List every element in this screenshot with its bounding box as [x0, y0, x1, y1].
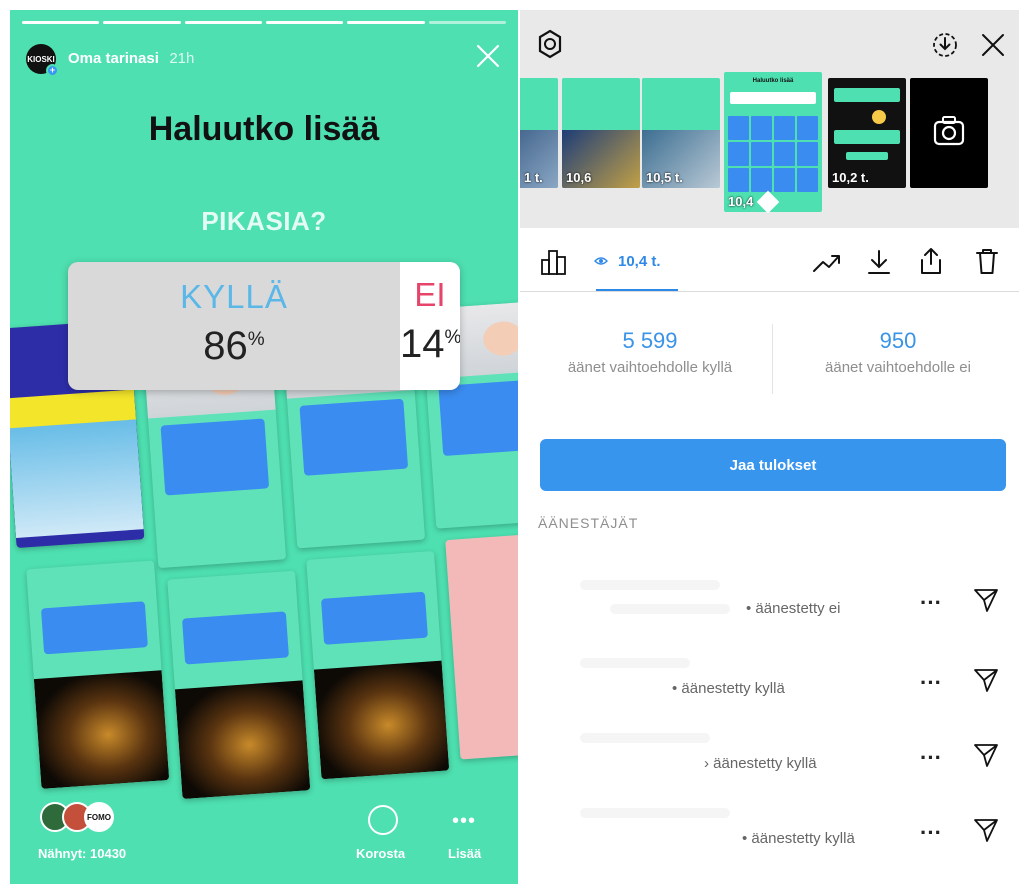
story-header: KIOSKI + Oma tarinasi 21h: [26, 44, 195, 77]
highlight-icon[interactable]: [368, 805, 398, 835]
download-icon[interactable]: [866, 248, 892, 276]
save-story-icon[interactable]: [930, 30, 960, 60]
no-votes-count: 950: [879, 328, 917, 353]
story-question-title: Haluutko lisää: [148, 110, 380, 148]
insights-toolbar: 10,4 t.: [520, 228, 1019, 292]
voter-row[interactable]: › äänestetty kyllä ···: [520, 725, 1019, 795]
close-icon[interactable]: [978, 30, 1008, 60]
story-thumbnail[interactable]: 10,5 t.: [642, 78, 720, 188]
trending-icon[interactable]: [812, 250, 842, 276]
collage-tile: [445, 531, 518, 760]
send-icon[interactable]: [972, 741, 1000, 769]
insights-panel: 1 t. 10,6 10,5 t. Haluutko lisää 10,4 10…: [520, 10, 1019, 884]
share-results-button[interactable]: Jaa tulokset: [540, 439, 1006, 491]
collage-tile: [167, 570, 311, 800]
yes-votes-stat: 5 599 äänet vaihtoehdolle kyllä: [540, 328, 760, 377]
more-icon[interactable]: •••: [452, 810, 476, 833]
yes-votes-count: 5 599: [622, 328, 678, 353]
voter-row[interactable]: • äänestetty kyllä ···: [520, 800, 1019, 870]
poll-no-percent: 14%: [400, 322, 460, 366]
poll-yes-percent: 86%: [203, 324, 265, 368]
yes-votes-label: äänet vaihtoehdolle kyllä: [567, 359, 733, 376]
close-icon[interactable]: [474, 42, 502, 70]
send-icon[interactable]: [972, 586, 1000, 614]
poll-yes-label: KYLLÄ: [180, 278, 288, 315]
story-thumbnail-selected[interactable]: Haluutko lisää 10,4: [724, 72, 822, 212]
camera-icon: [933, 116, 965, 146]
stats-bar-chart-icon[interactable]: [540, 248, 568, 276]
more-icon[interactable]: ···: [920, 820, 942, 846]
add-story-camera-tile[interactable]: [910, 78, 988, 188]
story-viewer[interactable]: KIOSKI + Oma tarinasi 21h Haluutko lisää…: [10, 10, 518, 884]
voter-row[interactable]: • äänestetty kyllä ···: [520, 650, 1019, 720]
divider: [772, 324, 773, 394]
story-question-subtitle: PIKASIA?: [201, 206, 327, 236]
viewer-avatars[interactable]: FOMO: [40, 802, 114, 832]
voter-status: • äänestetty ei: [746, 600, 841, 617]
thumbnail-view-count: 10,5 t.: [646, 170, 683, 185]
thumbnail-view-count: 10,6: [566, 170, 592, 185]
seen-count[interactable]: Nähnyt: 10430: [38, 846, 126, 861]
voters-section-title: ÄÄNESTÄJÄT: [538, 515, 639, 531]
story-thumbnail[interactable]: 10,6: [562, 78, 640, 188]
voter-status: • äänestetty kyllä: [672, 680, 785, 697]
story-time: 21h: [169, 50, 195, 67]
story-username[interactable]: Oma tarinasi: [68, 50, 159, 67]
trash-icon[interactable]: [974, 246, 1000, 276]
thumbnail-view-count: 10,2 t.: [832, 170, 869, 185]
highlight-button-label[interactable]: Korosta: [356, 846, 405, 861]
views-count[interactable]: 10,4 t.: [618, 253, 661, 270]
avatar[interactable]: KIOSKI +: [26, 44, 59, 77]
more-icon[interactable]: ···: [920, 590, 942, 616]
more-icon[interactable]: ···: [920, 745, 942, 771]
more-button-label[interactable]: Lisää: [448, 846, 481, 861]
thumbnail-title: Haluutko lisää: [752, 78, 794, 84]
settings-icon[interactable]: [534, 28, 566, 60]
share-icon[interactable]: [918, 246, 944, 276]
collage-tile: [306, 550, 450, 780]
add-story-icon[interactable]: +: [46, 64, 59, 77]
more-icon[interactable]: ···: [920, 670, 942, 696]
poll-option-no[interactable]: EI 14%: [400, 262, 460, 390]
story-thumbnail[interactable]: 10,2 t.: [828, 78, 906, 188]
no-votes-label: äänet vaihtoehdolle ei: [825, 359, 971, 376]
send-icon[interactable]: [972, 666, 1000, 694]
story-progress-bar: [22, 21, 506, 24]
no-votes-stat: 950 äänet vaihtoehdolle ei: [788, 328, 1008, 377]
send-icon[interactable]: [972, 816, 1000, 844]
story-thumbnails-area: 1 t. 10,6 10,5 t. Haluutko lisää 10,4 10…: [520, 10, 1019, 228]
voter-row[interactable]: • äänestetty ei ···: [520, 570, 1019, 640]
eye-icon: [594, 257, 608, 265]
collage-tile: [26, 560, 170, 789]
poll-results: 5 599 äänet vaihtoehdolle kyllä 950 ääne…: [520, 310, 1019, 420]
poll-option-yes[interactable]: KYLLÄ 86%: [68, 262, 400, 390]
viewer-avatar: FOMO: [84, 802, 114, 832]
avatar-logo-text: KIOSKI: [27, 54, 55, 64]
thumbnail-view-count: 10,4: [728, 194, 754, 209]
story-thumbnail[interactable]: 1 t.: [520, 78, 558, 188]
poll-no-label: EI: [414, 276, 446, 313]
voter-status: • äänestetty kyllä: [742, 830, 855, 847]
voter-status: › äänestetty kyllä: [704, 755, 817, 772]
poll-sticker[interactable]: KYLLÄ 86% EI 14%: [68, 262, 460, 390]
active-tab-indicator: [596, 289, 678, 291]
